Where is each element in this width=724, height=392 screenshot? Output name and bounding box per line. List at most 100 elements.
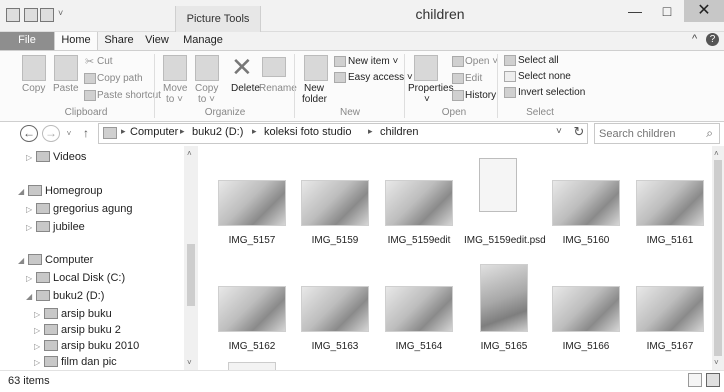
address-dropdown-icon[interactable]: ˅ (556, 126, 562, 137)
search-icon[interactable]: ⌕ (706, 126, 713, 141)
collapse-icon[interactable]: ◢ (18, 253, 28, 269)
file-thumbnail[interactable] (385, 286, 453, 332)
file-name[interactable]: IMG_5163 (295, 340, 375, 353)
breadcrumb-separator[interactable]: ▸ (180, 126, 185, 137)
history-button[interactable]: History (465, 90, 496, 101)
file-name[interactable]: IMG_5166 (546, 340, 626, 353)
select-none-button[interactable]: Select none (518, 71, 571, 82)
psd-document-icon[interactable] (479, 158, 517, 212)
file-thumbnail[interactable] (228, 362, 276, 370)
file-name[interactable]: IMG_5159edit.psd (464, 234, 546, 247)
nav-item-film-dan-pic[interactable]: ▷ film dan pic (34, 354, 117, 370)
nav-item-jubilee[interactable]: ▷ jubilee (26, 219, 85, 235)
nav-item-local-disk-c[interactable]: ▷ Local Disk (C:) (26, 270, 125, 286)
expand-icon[interactable]: ▷ (34, 355, 44, 371)
search-input[interactable] (599, 126, 695, 141)
file-name[interactable]: IMG_5159edit (379, 234, 459, 247)
refresh-button[interactable]: ↻ (572, 124, 586, 142)
back-button[interactable]: ← (20, 125, 38, 142)
breadcrumb-separator[interactable]: ▸ (121, 126, 126, 137)
expand-icon[interactable]: ▷ (26, 202, 36, 218)
file-name[interactable]: IMG_5159 (295, 234, 375, 247)
file-thumbnail[interactable] (301, 286, 369, 332)
copy-icon[interactable] (22, 55, 46, 81)
paste-button[interactable]: Paste (53, 83, 79, 94)
select-all-button[interactable]: Select all (518, 55, 559, 66)
expand-icon[interactable]: ▷ (34, 339, 44, 355)
cut-button[interactable]: Cut (97, 56, 113, 67)
nav-item-computer[interactable]: ◢ Computer (18, 252, 93, 268)
nav-item-buku2-d[interactable]: ◢ buku2 (D:) (26, 288, 104, 304)
nav-item-arsip-buku-2010[interactable]: ▷ arsip buku 2010 (34, 338, 139, 354)
new-folder-button[interactable]: New (304, 83, 324, 94)
breadcrumb-buku2[interactable]: buku2 (D:) (192, 126, 243, 138)
nav-scroll-thumb[interactable] (187, 244, 195, 306)
copy-button[interactable]: Copy (22, 83, 45, 94)
explorer-app-icon[interactable] (6, 8, 20, 22)
close-button[interactable]: ✕ (684, 0, 724, 22)
properties-button[interactable]: Properties (408, 83, 454, 94)
rename-button[interactable]: Rename (259, 83, 297, 94)
file-view-scroll-thumb[interactable] (714, 160, 722, 356)
nav-item-arsip-buku[interactable]: ▷ arsip buku (34, 306, 112, 322)
open-button[interactable]: Open ˅ (465, 56, 498, 67)
properties-icon[interactable] (414, 55, 438, 81)
file-name[interactable]: IMG_5162 (212, 340, 292, 353)
file-thumbnail[interactable] (218, 180, 286, 226)
minimize-button[interactable]: — (620, 0, 650, 22)
new-item-button[interactable]: New item ˅ (348, 56, 398, 67)
file-thumbnail[interactable] (552, 180, 620, 226)
help-icon[interactable]: ? (706, 33, 719, 46)
tab-share[interactable]: Share (100, 32, 138, 50)
paste-shortcut-button[interactable]: Paste shortcut (97, 90, 161, 101)
breadcrumb-koleksi-foto-studio[interactable]: koleksi foto studio (264, 126, 351, 138)
tab-home[interactable]: Home (54, 32, 98, 51)
file-name[interactable]: IMG_5157 (212, 234, 292, 247)
content-scroll-up-icon[interactable]: ˄ (714, 149, 719, 158)
quick-access-dropdown-icon[interactable]: ˅ (58, 8, 63, 18)
paste-icon[interactable] (54, 55, 78, 81)
new-folder-icon[interactable] (304, 55, 328, 81)
large-icons-view-icon[interactable] (706, 373, 720, 387)
search-box[interactable]: ⌕ (594, 123, 720, 144)
delete-icon[interactable]: ✕ (231, 52, 253, 83)
copy-to-icon[interactable] (195, 55, 219, 81)
tab-file[interactable]: File (0, 32, 54, 50)
forward-button[interactable]: → (42, 125, 60, 142)
nav-item-videos[interactable]: ▷ Videos (26, 149, 86, 165)
file-thumbnail[interactable] (301, 180, 369, 226)
nav-item-arsip-buku-2[interactable]: ▷ arsip buku 2 (34, 322, 121, 338)
move-to-icon[interactable] (163, 55, 187, 81)
expand-icon[interactable]: ▷ (26, 150, 36, 166)
maximize-button[interactable]: □ (652, 0, 682, 22)
new-folder-quick-icon[interactable] (40, 8, 54, 22)
expand-icon[interactable]: ▷ (34, 307, 44, 323)
move-to-button[interactable]: Move (163, 83, 187, 94)
file-thumbnail[interactable] (636, 180, 704, 226)
copy-to-button[interactable]: Copy (195, 83, 218, 94)
breadcrumb-separator[interactable]: ▸ (252, 126, 257, 137)
expand-icon[interactable]: ▷ (26, 220, 36, 236)
edit-button[interactable]: Edit (465, 73, 482, 84)
file-name[interactable]: IMG_5160 (546, 234, 626, 247)
properties-dropdown-icon[interactable]: ˅ (424, 94, 430, 105)
file-thumbnail[interactable] (385, 180, 453, 226)
file-name[interactable]: IMG_5161 (630, 234, 710, 247)
tab-manage[interactable]: Manage (175, 32, 231, 50)
file-name[interactable]: IMG_5165 (464, 340, 544, 353)
collapse-icon[interactable]: ◢ (18, 184, 28, 200)
expand-icon[interactable]: ▷ (34, 323, 44, 339)
file-name[interactable]: IMG_5164 (379, 340, 459, 353)
breadcrumb-computer[interactable]: Computer (130, 126, 178, 138)
nav-scroll-down-icon[interactable]: ˅ (187, 358, 192, 367)
expand-icon[interactable]: ▷ (26, 271, 36, 287)
file-thumbnail[interactable] (218, 286, 286, 332)
collapse-icon[interactable]: ◢ (26, 289, 36, 305)
breadcrumb-separator[interactable]: ▸ (368, 126, 373, 137)
file-thumbnail[interactable] (552, 286, 620, 332)
rename-icon[interactable] (262, 57, 286, 77)
nav-item-homegroup[interactable]: ◢ Homegroup (18, 183, 102, 199)
tab-view[interactable]: View (140, 32, 174, 50)
up-button[interactable]: ↑ (80, 125, 92, 142)
recent-locations-button[interactable]: ˅ (64, 125, 74, 142)
